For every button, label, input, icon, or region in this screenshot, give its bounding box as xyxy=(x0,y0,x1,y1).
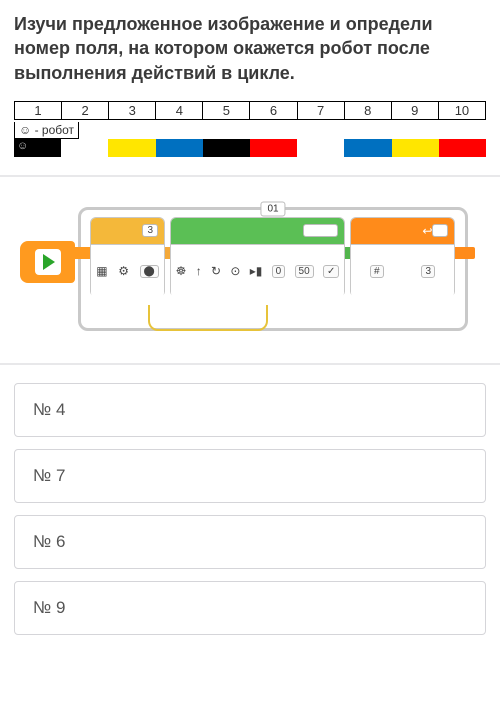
field-number-table: 1 2 3 4 5 6 7 8 9 10 xyxy=(14,101,486,120)
cell-num: 1 xyxy=(15,101,62,119)
ev3-program: 01 3 ▦ ⚙ ⬤ B + C ☸ ↑ ↻ ⊙ ▸▮ 0 50 ✓ ↩ # xyxy=(20,195,480,345)
motor-power: 50 xyxy=(295,265,314,278)
strip-cell xyxy=(344,139,391,157)
sensor-port-tag: 3 xyxy=(142,224,158,237)
question-text: Изучи предложенное изображение и определ… xyxy=(14,12,486,85)
robot-icon: ☺ xyxy=(17,140,28,152)
start-block xyxy=(20,241,75,283)
cell-num: 8 xyxy=(344,101,391,119)
answer-options: № 4 № 7 № 6 № 9 xyxy=(14,383,486,635)
section-divider xyxy=(0,363,500,365)
loop-hash: # xyxy=(432,224,448,237)
cell-num: 5 xyxy=(203,101,250,119)
strip-cell: ☺ xyxy=(14,139,61,157)
loop-count: 3 xyxy=(421,265,435,278)
motor-block: B + C ☸ ↑ ↻ ⊙ ▸▮ 0 50 ✓ xyxy=(170,217,345,297)
steering-icon: ☸ xyxy=(176,264,187,278)
strip-cell xyxy=(108,139,155,157)
strip-cell xyxy=(392,139,439,157)
answer-option[interactable]: № 9 xyxy=(14,581,486,635)
sensor-output: ⬤ xyxy=(140,265,159,278)
play-icon xyxy=(35,249,61,275)
gear-icon: ⚙ xyxy=(118,264,129,278)
strip-cell xyxy=(297,139,344,157)
cell-num: 10 xyxy=(438,101,485,119)
cell-num: 4 xyxy=(156,101,203,119)
cell-num: 6 xyxy=(250,101,297,119)
strip-cell xyxy=(61,139,108,157)
rotations-icon: ↻ xyxy=(211,264,221,278)
loop-icon: ↩ xyxy=(422,224,432,238)
motor-angle: 0 xyxy=(272,265,286,278)
cell-num: 3 xyxy=(109,101,156,119)
loop-counter-badge: 01 xyxy=(260,201,285,216)
strip-cell xyxy=(439,139,486,157)
brick-icon: ▦ xyxy=(96,264,107,278)
color-sensor-block: 3 ▦ ⚙ ⬤ xyxy=(90,217,165,297)
degree-icon: ⊙ xyxy=(230,264,240,278)
cell-num: 2 xyxy=(62,101,109,119)
arrow-up-icon: ↑ xyxy=(196,264,202,278)
loop-hash2: # xyxy=(370,265,384,278)
data-wire xyxy=(148,305,268,331)
motor-check: ✓ xyxy=(323,265,339,278)
strip-cell xyxy=(250,139,297,157)
cell-num: 9 xyxy=(391,101,438,119)
answer-option[interactable]: № 4 xyxy=(14,383,486,437)
answer-option[interactable]: № 7 xyxy=(14,449,486,503)
motor-port-tag: B + C xyxy=(303,224,338,237)
color-strip: ☺ xyxy=(14,139,486,157)
answer-option[interactable]: № 6 xyxy=(14,515,486,569)
section-divider xyxy=(0,175,500,177)
loop-end-block: ↩ # # 3 xyxy=(350,217,455,297)
cell-num: 7 xyxy=(297,101,344,119)
strip-cell xyxy=(203,139,250,157)
robot-legend: ☺ - робот xyxy=(14,122,79,139)
strip-cell xyxy=(156,139,203,157)
stop-icon: ▸▮ xyxy=(250,264,263,278)
